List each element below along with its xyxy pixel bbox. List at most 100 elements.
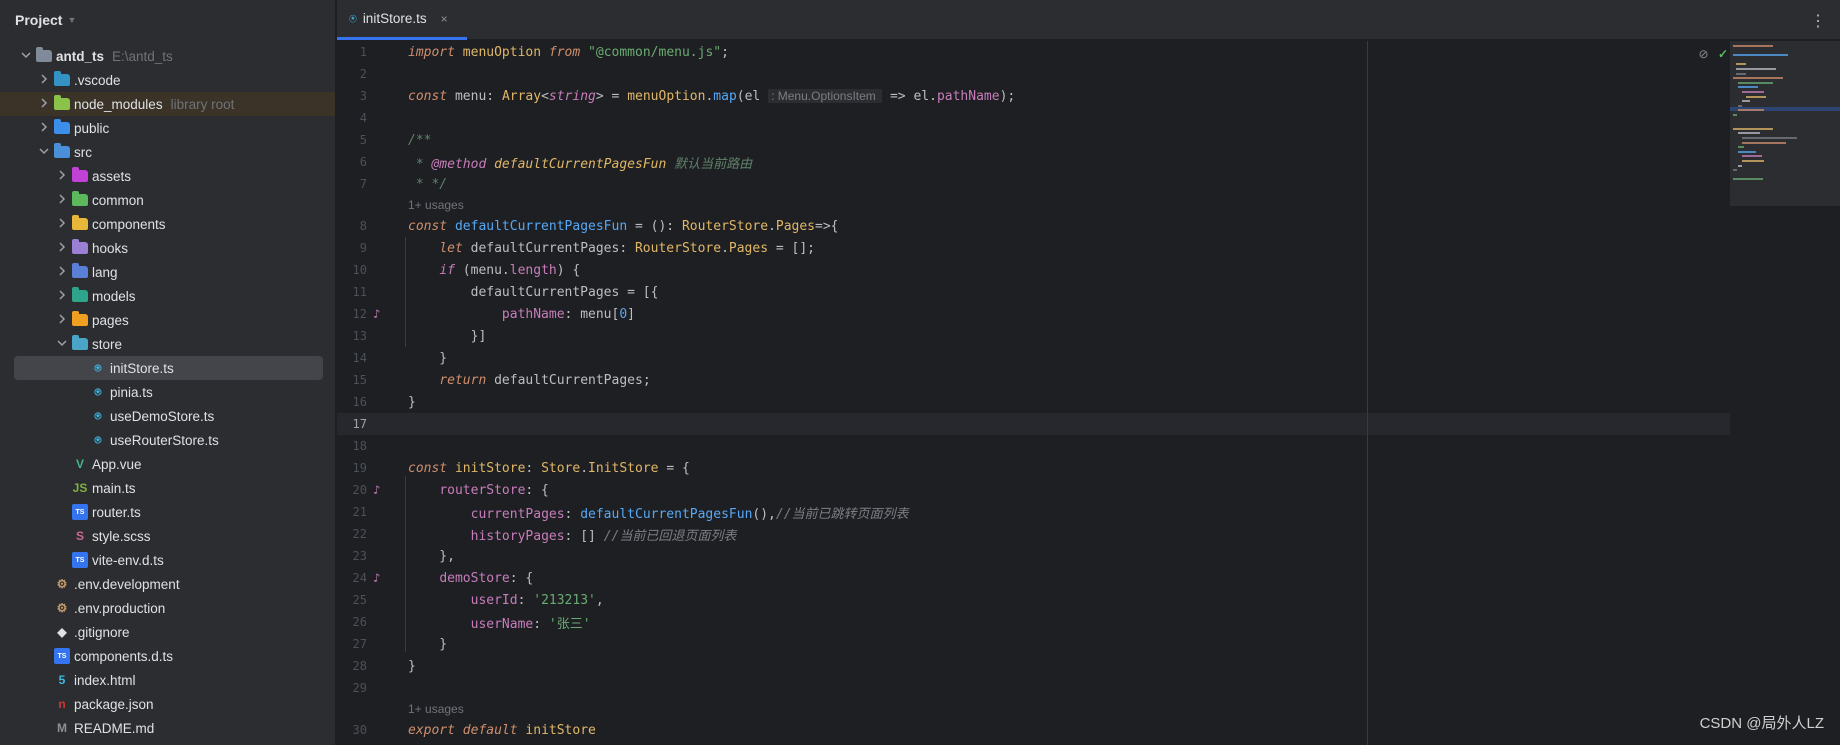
project-panel-header[interactable]: Project ▼: [0, 0, 335, 40]
code-line[interactable]: 21 currentPages: defaultCurrentPagesFun(…: [337, 501, 1367, 523]
tree-item[interactable]: node_modules library root: [0, 92, 335, 116]
code-line[interactable]: 1 import menuOption from "@common/menu.js…: [337, 41, 1367, 63]
chevron-right-icon[interactable]: [54, 241, 70, 255]
chevron-right-icon[interactable]: [54, 217, 70, 231]
tree-item[interactable]: 5 index.html: [0, 668, 335, 692]
pinia-gutter-icon[interactable]: ♪: [373, 307, 387, 321]
tree-item[interactable]: ⍟ useDemoStore.ts: [0, 404, 335, 428]
code-line[interactable]: 25 userId: '213213',: [337, 589, 1367, 611]
code-line[interactable]: 19 const initStore: Store.InitStore = {: [337, 457, 1367, 479]
tree-item[interactable]: JS main.ts: [0, 476, 335, 500]
code-line[interactable]: 29: [337, 677, 1367, 699]
code-line[interactable]: 28}: [337, 655, 1367, 677]
folder-icon: [72, 311, 88, 326]
chevron-down-icon[interactable]: [18, 50, 34, 63]
code-line[interactable]: 17: [337, 413, 1367, 435]
tree-item[interactable]: store: [0, 332, 335, 356]
code-line[interactable]: 24 ♪ demoStore: {: [337, 567, 1367, 589]
chevron-right-icon[interactable]: [54, 313, 70, 327]
tree-item[interactable]: TS vite-env.d.ts: [0, 548, 335, 572]
code-line[interactable]: 10 if (menu.length) {: [337, 259, 1367, 281]
tree-item[interactable]: common: [0, 188, 335, 212]
inspection-widget[interactable]: ⊘ ✓: [1699, 47, 1728, 61]
usages-hint[interactable]: 1+ usages: [408, 198, 464, 212]
code-line[interactable]: 22 historyPages: [] //当前已回退页面列表: [337, 523, 1367, 545]
tree-item[interactable]: pages: [0, 308, 335, 332]
chevron-right-icon[interactable]: [36, 121, 52, 135]
tree-item[interactable]: hooks: [0, 236, 335, 260]
tree-item[interactable]: components: [0, 212, 335, 236]
checkmark-icon[interactable]: ✓: [1718, 47, 1728, 61]
pinia-gutter-icon[interactable]: ♪: [373, 571, 387, 585]
more-options-icon[interactable]: ⋮: [1810, 11, 1826, 31]
ts-icon: TS: [72, 504, 88, 520]
code-line[interactable]: 8 const defaultCurrentPagesFun = (): Rout…: [337, 215, 1367, 237]
code-line[interactable]: 4: [337, 107, 1367, 129]
code-line[interactable]: 12 ♪ pathName: menu[0]: [337, 303, 1367, 325]
tree-item[interactable]: lang: [0, 260, 335, 284]
tree-item[interactable]: V App.vue: [0, 452, 335, 476]
tree-item[interactable]: M README.md: [0, 716, 335, 740]
chevron-down-icon[interactable]: [54, 338, 70, 351]
tree-item[interactable]: models: [0, 284, 335, 308]
chevron-right-icon[interactable]: [54, 289, 70, 303]
chevron-right-icon[interactable]: [54, 193, 70, 207]
pinia-gutter-icon[interactable]: ♪: [373, 483, 387, 497]
tree-item[interactable]: ◆ .gitignore: [0, 620, 335, 644]
tree-item[interactable]: Sstyle.scss: [0, 524, 335, 548]
chevron-right-icon[interactable]: [54, 265, 70, 279]
tree-item[interactable]: .vscode: [0, 68, 335, 92]
code-line[interactable]: 16}: [337, 391, 1367, 413]
chevron-right-icon[interactable]: [54, 169, 70, 183]
code-line[interactable]: 15 return defaultCurrentPages;: [337, 369, 1367, 391]
code-line[interactable]: 14 }: [337, 347, 1367, 369]
tree-item[interactable]: assets: [0, 164, 335, 188]
chevron-right-icon[interactable]: [36, 73, 52, 87]
code-line[interactable]: 26 userName: '张三': [337, 611, 1367, 633]
right-margin-guide: [1367, 41, 1368, 745]
tree-item[interactable]: antd_ts E:\antd_ts: [0, 44, 335, 68]
usages-hint[interactable]: 1+ usages: [408, 702, 464, 716]
code-line[interactable]: 9 let defaultCurrentPages: RouterStore.P…: [337, 237, 1367, 259]
chevron-down-icon[interactable]: ▼: [67, 15, 76, 25]
eye-crossed-icon[interactable]: ⊘: [1699, 47, 1709, 61]
code-line[interactable]: 23 },: [337, 545, 1367, 567]
code-line[interactable]: 20 ♪ routerStore: {: [337, 479, 1367, 501]
minimap[interactable]: [1730, 41, 1840, 206]
tree-item[interactable]: public: [0, 116, 335, 140]
code-editor[interactable]: 1 import menuOption from "@common/menu.js…: [337, 41, 1840, 745]
folder-icon: [54, 71, 70, 86]
tree-item[interactable]: src: [0, 140, 335, 164]
code-line[interactable]: 27 }: [337, 633, 1367, 655]
line-number: 6: [359, 155, 367, 169]
tab-initstore[interactable]: ⍟ initStore.ts ×: [337, 0, 467, 40]
line-number: 29: [352, 681, 367, 695]
code-line[interactable]: 3 const menu: Array<string> = menuOption.…: [337, 85, 1367, 107]
chevron-down-icon[interactable]: [36, 146, 52, 159]
line-number: 18: [352, 439, 367, 453]
tree-item[interactable]: ⍟ initStore.ts: [14, 356, 323, 380]
code-line[interactable]: 13 }]: [337, 325, 1367, 347]
code-line[interactable]: 11 defaultCurrentPages = [{: [337, 281, 1367, 303]
code-line[interactable]: 2: [337, 63, 1367, 85]
minimap-line: [1733, 77, 1783, 80]
code-line[interactable]: 5 /**: [337, 129, 1367, 151]
tree-item[interactable]: TS router.ts: [0, 500, 335, 524]
tree-item[interactable]: ⍟ pinia.ts: [0, 380, 335, 404]
code-line[interactable]: 30 export default initStore: [337, 719, 1367, 741]
code-text: export default initStore: [408, 722, 596, 738]
close-icon[interactable]: ×: [441, 12, 448, 26]
tree-item[interactable]: ⚙ .env.production: [0, 596, 335, 620]
code-line[interactable]: 7 * */: [337, 173, 1367, 195]
tree-item-label: .gitignore: [74, 624, 130, 640]
tree-item[interactable]: TS components.d.ts: [0, 644, 335, 668]
tree-item[interactable]: n package.json: [0, 692, 335, 716]
tree-item[interactable]: ⚙ .env.development: [0, 572, 335, 596]
line-number: 9: [359, 241, 367, 255]
tree-item[interactable]: ⍟ useRouterStore.ts: [0, 428, 335, 452]
minimap-line: [1742, 160, 1764, 162]
code-line[interactable]: 18: [337, 435, 1367, 457]
chevron-right-icon[interactable]: [36, 97, 52, 111]
minimap-line: [1738, 86, 1758, 89]
code-line[interactable]: 6 * @method defaultCurrentPagesFun 默认当前路…: [337, 151, 1367, 173]
